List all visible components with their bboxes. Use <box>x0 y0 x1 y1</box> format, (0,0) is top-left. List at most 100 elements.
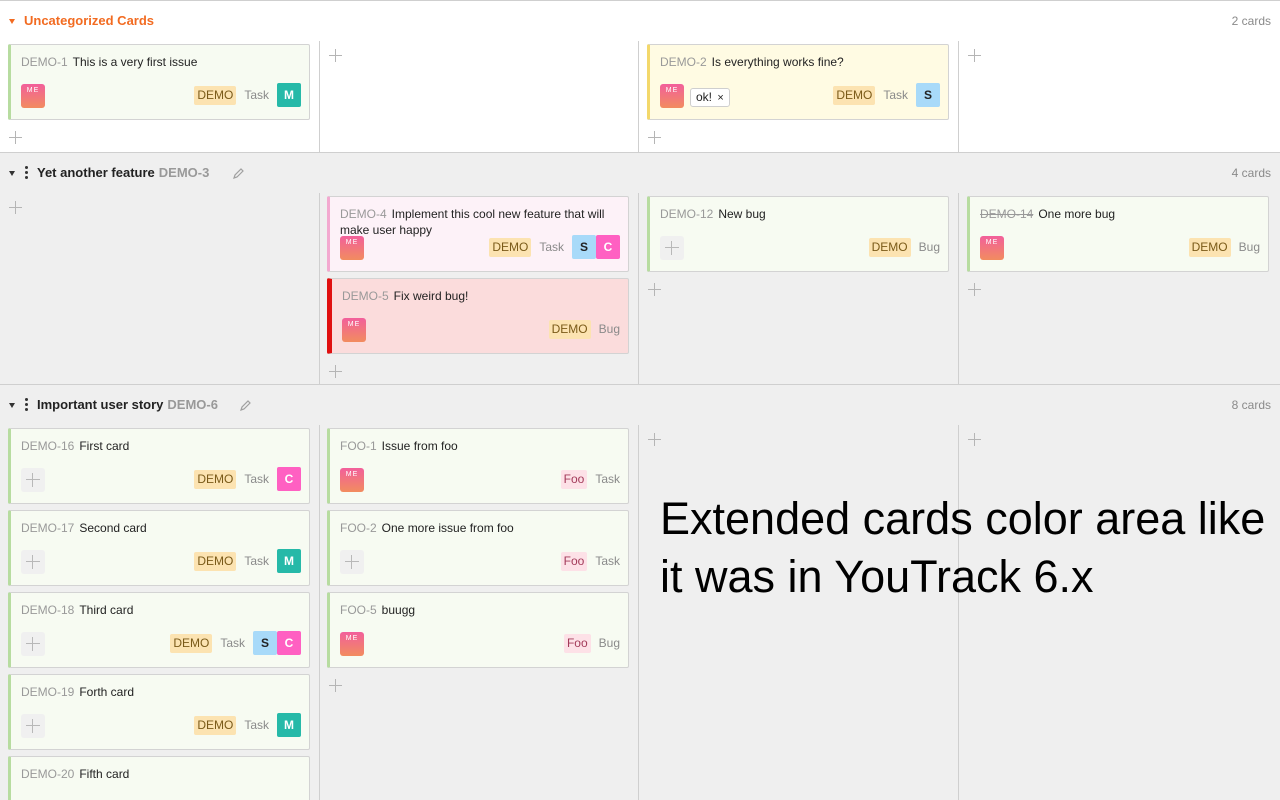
me-avatar-icon[interactable]: ME <box>660 84 684 108</box>
add-assignee-button[interactable] <box>21 468 45 492</box>
assignee-avatar[interactable]: M <box>277 83 301 107</box>
project-tag[interactable]: Foo <box>560 551 588 571</box>
project-tag[interactable]: DEMO <box>194 715 237 735</box>
add-card-plus-icon[interactable] <box>648 131 661 144</box>
card-id[interactable]: DEMO-17 <box>21 521 74 535</box>
me-avatar-icon[interactable]: ME <box>342 318 366 342</box>
issue-type[interactable]: Task <box>595 472 620 486</box>
card-id[interactable]: DEMO-12 <box>660 207 713 221</box>
me-avatar-icon[interactable]: ME <box>980 236 1004 260</box>
assignee-avatar[interactable]: C <box>596 235 620 259</box>
card[interactable]: DEMO-18 Third card DEMO Task S C <box>8 592 310 668</box>
add-card-plus-icon[interactable] <box>9 201 22 214</box>
assignee-avatar[interactable]: C <box>277 631 301 655</box>
card[interactable]: FOO-5 buugg ME Foo Bug <box>327 592 629 668</box>
card[interactable]: DEMO-5 Fix weird bug! ME DEMO Bug <box>327 278 629 354</box>
card-id[interactable]: DEMO-4 <box>340 207 387 221</box>
card[interactable]: DEMO-16 First card DEMO Task C <box>8 428 310 504</box>
card[interactable]: DEMO-19 Forth card DEMO Task M <box>8 674 310 750</box>
issue-type[interactable]: Bug <box>599 636 620 650</box>
assignee-avatar[interactable]: C <box>277 467 301 491</box>
collapse-toggle-icon[interactable] <box>9 19 15 24</box>
add-assignee-button[interactable] <box>21 550 45 574</box>
card-id[interactable]: DEMO-14 <box>980 207 1033 221</box>
swimlane-issue-id[interactable]: DEMO-6 <box>167 397 218 412</box>
issue-type[interactable]: Task <box>539 240 564 254</box>
swimlane-title[interactable]: Important user story DEMO-6 <box>37 397 218 412</box>
swimlane-title[interactable]: Uncategorized Cards <box>24 13 154 28</box>
add-card-plus-icon[interactable] <box>968 49 981 62</box>
card[interactable]: DEMO-2 Is everything works fine? ME ok! ×… <box>647 44 949 120</box>
project-tag[interactable]: DEMO <box>194 85 237 105</box>
swimlane-title[interactable]: Yet another feature DEMO-3 <box>37 165 209 180</box>
project-tag[interactable]: Foo <box>560 469 588 489</box>
card[interactable]: FOO-2 One more issue from foo Foo Task <box>327 510 629 586</box>
card[interactable]: DEMO-20 Fifth card <box>8 756 310 800</box>
project-tag[interactable]: DEMO <box>868 237 911 257</box>
issue-type[interactable]: Task <box>220 636 245 650</box>
drag-handle-icon[interactable] <box>25 398 29 412</box>
card[interactable]: DEMO-14 One more bug ME DEMO Bug <box>967 196 1269 272</box>
project-tag[interactable]: Foo <box>563 633 591 653</box>
add-card-plus-icon[interactable] <box>968 283 981 296</box>
collapse-toggle-icon[interactable] <box>9 171 15 176</box>
project-tag[interactable]: DEMO <box>489 237 532 257</box>
issue-type[interactable]: Task <box>883 88 908 102</box>
project-tag[interactable]: DEMO <box>170 633 213 653</box>
me-avatar-icon[interactable]: ME <box>340 468 364 492</box>
card-id[interactable]: FOO-2 <box>340 521 377 535</box>
assignee-avatar[interactable]: M <box>277 713 301 737</box>
card-id[interactable]: DEMO-16 <box>21 439 74 453</box>
add-card-plus-icon[interactable] <box>329 679 342 692</box>
swimlane-issue-id[interactable]: DEMO-3 <box>159 165 210 180</box>
add-assignee-button[interactable] <box>340 550 364 574</box>
card[interactable]: FOO-1 Issue from foo ME Foo Task <box>327 428 629 504</box>
me-avatar-icon[interactable]: ME <box>21 84 45 108</box>
card-id[interactable]: DEMO-1 <box>21 55 68 69</box>
card-id[interactable]: DEMO-20 <box>21 767 74 781</box>
me-avatar-icon[interactable]: ME <box>340 236 364 260</box>
assignee-avatar[interactable]: M <box>277 549 301 573</box>
card-id[interactable]: DEMO-18 <box>21 603 74 617</box>
card[interactable]: DEMO-4 Implement this cool new feature th… <box>327 196 629 272</box>
project-tag[interactable]: DEMO <box>548 319 591 339</box>
add-assignee-button[interactable] <box>660 236 684 260</box>
assignee-avatar[interactable]: S <box>572 235 596 259</box>
add-card-plus-icon[interactable] <box>329 365 342 378</box>
add-card-plus-icon[interactable] <box>329 49 342 62</box>
card[interactable]: DEMO-12 New bug DEMO Bug <box>647 196 949 272</box>
add-assignee-button[interactable] <box>21 714 45 738</box>
card-id[interactable]: FOO-5 <box>340 603 377 617</box>
remove-tag-icon[interactable]: × <box>717 92 723 104</box>
card-id[interactable]: FOO-1 <box>340 439 377 453</box>
edit-pencil-icon[interactable] <box>239 399 252 412</box>
add-assignee-button[interactable] <box>21 632 45 656</box>
issue-type[interactable]: Task <box>244 472 269 486</box>
project-tag[interactable]: DEMO <box>1188 237 1231 257</box>
card-id[interactable]: DEMO-19 <box>21 685 74 699</box>
project-tag[interactable]: DEMO <box>194 469 237 489</box>
add-card-plus-icon[interactable] <box>648 283 661 296</box>
collapse-toggle-icon[interactable] <box>9 403 15 408</box>
card[interactable]: DEMO-17 Second card DEMO Task M <box>8 510 310 586</box>
card-id[interactable]: DEMO-2 <box>660 55 707 69</box>
drag-handle-icon[interactable] <box>25 166 29 180</box>
issue-type[interactable]: Bug <box>599 322 620 336</box>
issue-type[interactable]: Bug <box>1239 240 1260 254</box>
assignee-avatar[interactable]: S <box>916 83 940 107</box>
issue-type[interactable]: Task <box>244 718 269 732</box>
add-card-plus-icon[interactable] <box>9 131 22 144</box>
issue-type[interactable]: Task <box>244 88 269 102</box>
card[interactable]: DEMO-1 This is a very first issue ME DEMO… <box>8 44 310 120</box>
add-card-plus-icon[interactable] <box>968 433 981 446</box>
edit-pencil-icon[interactable] <box>232 167 245 180</box>
project-tag[interactable]: DEMO <box>194 551 237 571</box>
me-avatar-icon[interactable]: ME <box>340 632 364 656</box>
issue-type[interactable]: Bug <box>919 240 940 254</box>
issue-type[interactable]: Task <box>244 554 269 568</box>
assignee-avatar[interactable]: S <box>253 631 277 655</box>
issue-type[interactable]: Task <box>595 554 620 568</box>
card-id[interactable]: DEMO-5 <box>342 289 389 303</box>
project-tag[interactable]: DEMO <box>833 85 876 105</box>
add-card-plus-icon[interactable] <box>648 433 661 446</box>
